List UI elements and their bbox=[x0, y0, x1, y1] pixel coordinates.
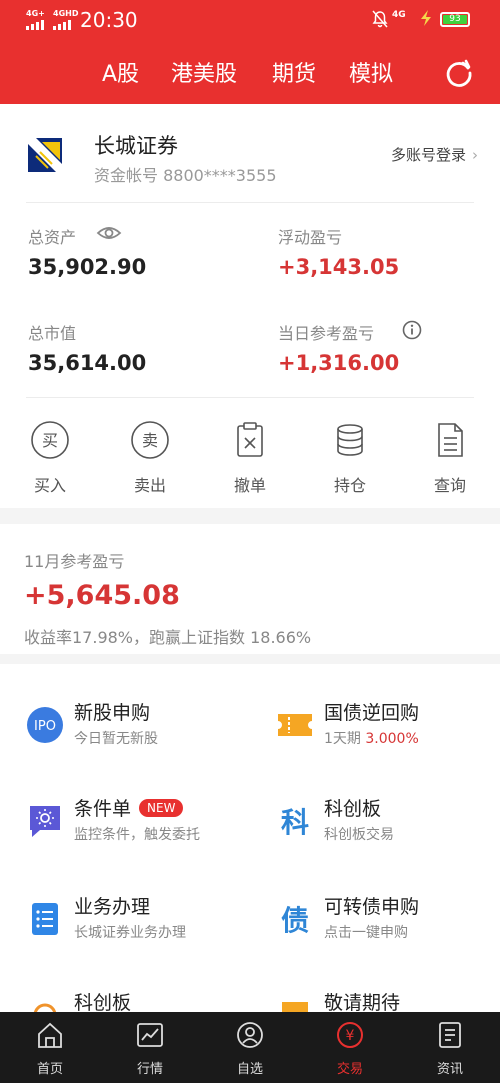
home-icon bbox=[38, 1022, 62, 1048]
monthly-pl-value: +5,645.08 bbox=[24, 580, 180, 611]
action-label: 买入 bbox=[33, 476, 66, 495]
tab-simulation[interactable]: 模拟 bbox=[349, 56, 393, 88]
broker-logo bbox=[28, 138, 62, 172]
divider bbox=[26, 397, 474, 398]
monthly-pl-label: 11月参考盈亏 bbox=[24, 552, 125, 571]
holdings-icon bbox=[337, 424, 363, 456]
status-bar: 4G+ 4GHD 20:30 4G 93 bbox=[0, 0, 500, 40]
service-convertible-bond[interactable]: 债 可转债申购 点击一键申购 bbox=[276, 892, 500, 952]
total-assets-label: 总资产 bbox=[28, 228, 77, 247]
action-query[interactable]: 查询 bbox=[420, 420, 480, 496]
network-indicator: 4G bbox=[392, 10, 406, 20]
market-value-label: 总市值 bbox=[28, 324, 77, 343]
ticket-icon bbox=[278, 714, 312, 736]
broker-name: 长城证券 bbox=[94, 134, 178, 158]
top-bar: 4G+ 4GHD 20:30 4G 93 A股 港美股 期货 模拟 bbox=[0, 0, 500, 104]
multi-account-login-label: 多账号登录 bbox=[390, 146, 466, 164]
cancel-order-icon bbox=[237, 422, 263, 457]
news-icon bbox=[439, 1022, 461, 1048]
buy-icon: 买 bbox=[31, 421, 69, 459]
eye-icon[interactable] bbox=[96, 223, 122, 243]
query-icon bbox=[438, 423, 463, 457]
tab-futures[interactable]: 期货 bbox=[272, 56, 316, 88]
svg-text:科: 科 bbox=[281, 806, 309, 839]
nav-trade[interactable]: ¥ 交易 bbox=[320, 1020, 380, 1077]
chart-icon bbox=[137, 1023, 163, 1047]
signal-strength-2: 4GHD bbox=[53, 10, 78, 30]
service-ipo[interactable]: IPO 新股申购 今日暂无新股 bbox=[26, 698, 256, 758]
tab-hk-us-stocks[interactable]: 港美股 bbox=[171, 56, 237, 88]
tab-a-shares[interactable]: A股 bbox=[102, 56, 139, 88]
action-label: 卖出 bbox=[133, 476, 166, 495]
float-pl-label: 浮动盈亏 bbox=[278, 228, 343, 247]
service-star-market-2[interactable]: 科创板 bbox=[26, 988, 256, 1014]
svg-text:买: 买 bbox=[42, 431, 58, 450]
action-label: 撤单 bbox=[233, 476, 266, 495]
conditional-order-icon bbox=[30, 806, 60, 837]
svg-text:IPO: IPO bbox=[34, 719, 56, 734]
nav-market[interactable]: 行情 bbox=[120, 1020, 180, 1077]
action-buy[interactable]: 买 买入 bbox=[20, 420, 80, 496]
multi-account-login-link[interactable]: 多账号登录 › bbox=[391, 144, 478, 165]
total-assets-value: 35,902.90 bbox=[28, 255, 147, 279]
service-star-market[interactable]: 科 科创板 科创板交易 bbox=[276, 794, 500, 854]
chevron-right-icon: › bbox=[472, 146, 478, 164]
action-holdings[interactable]: 持仓 bbox=[320, 420, 380, 496]
clock: 20:30 bbox=[80, 8, 138, 32]
bottom-nav: 首页 行情 自选 ¥ 交易 资讯 bbox=[0, 1012, 500, 1083]
divider bbox=[26, 202, 474, 203]
market-tabs: A股 港美股 期货 模拟 bbox=[0, 56, 500, 92]
refresh-icon[interactable] bbox=[444, 58, 474, 88]
star-market-icon: 科 bbox=[281, 806, 309, 839]
svg-text:¥: ¥ bbox=[346, 1028, 355, 1044]
trade-icon: ¥ bbox=[337, 1022, 363, 1048]
service-coming-soon[interactable]: 敬请期待 bbox=[276, 988, 500, 1014]
convertible-bond-icon: 债 bbox=[281, 904, 309, 937]
service-conditional-order[interactable]: 条件单 NEW 监控条件，触发委托 bbox=[26, 794, 256, 854]
services-grid: IPO 新股申购 今日暂无新股 国债逆回购 1天期 3.000% 条件单 NEW … bbox=[0, 664, 500, 1014]
ipo-icon: IPO bbox=[27, 707, 63, 743]
daily-pl-label: 当日参考盈亏 bbox=[278, 324, 375, 343]
svg-text:卖: 卖 bbox=[142, 431, 158, 450]
float-pl-value: +3,143.05 bbox=[278, 255, 400, 279]
account-number: 资金帐号 8800****3555 bbox=[94, 166, 277, 185]
mute-bell-icon bbox=[372, 10, 388, 28]
svg-text:债: 债 bbox=[281, 904, 309, 937]
battery-indicator: 93 bbox=[440, 12, 470, 27]
nav-home[interactable]: 首页 bbox=[20, 1020, 80, 1077]
nav-news[interactable]: 资讯 bbox=[420, 1020, 480, 1077]
market-value-value: 35,614.00 bbox=[28, 351, 147, 375]
daily-pl-value: +1,316.00 bbox=[278, 351, 400, 375]
signal-strength-1: 4G+ bbox=[26, 10, 45, 30]
service-business[interactable]: 业务办理 长城证券业务办理 bbox=[26, 892, 256, 952]
document-list-icon bbox=[32, 903, 58, 935]
favorites-icon bbox=[237, 1022, 263, 1048]
info-icon[interactable] bbox=[402, 320, 422, 340]
power-saving-icon bbox=[421, 10, 431, 26]
service-reverse-repo[interactable]: 国债逆回购 1天期 3.000% bbox=[276, 698, 500, 758]
nav-favorites[interactable]: 自选 bbox=[220, 1020, 280, 1077]
action-label: 查询 bbox=[433, 476, 466, 495]
sell-icon: 卖 bbox=[131, 421, 169, 459]
monthly-pl-description: 收益率17.98%，跑赢上证指数 18.66% bbox=[24, 628, 312, 647]
action-label: 持仓 bbox=[333, 476, 366, 495]
action-sell[interactable]: 卖 卖出 bbox=[120, 420, 180, 496]
action-cancel-order[interactable]: 撤单 bbox=[220, 420, 280, 496]
new-badge: NEW bbox=[139, 799, 184, 817]
